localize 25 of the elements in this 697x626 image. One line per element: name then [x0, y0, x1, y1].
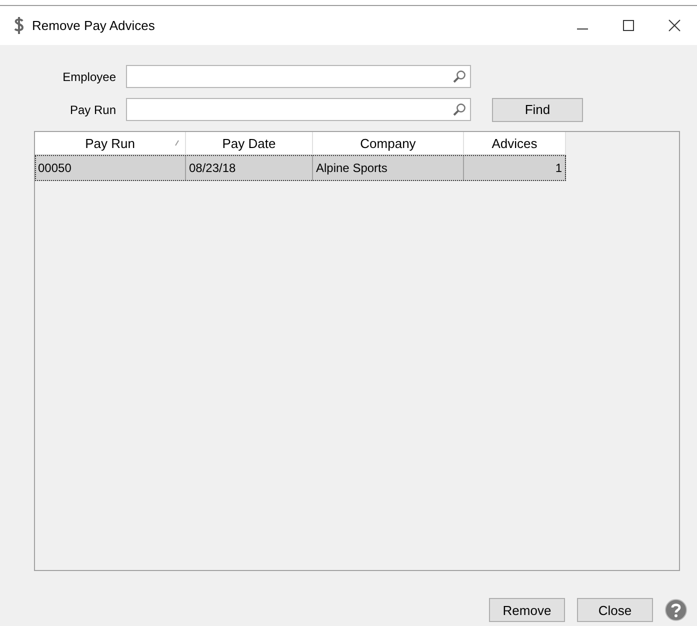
dialog-button[interactable]: Remove: [489, 598, 565, 622]
column-header[interactable]: Advices: [464, 132, 566, 155]
search-icon[interactable]: [453, 70, 466, 83]
column-header[interactable]: Company: [313, 132, 464, 155]
column-header[interactable]: Pay Date: [186, 132, 313, 155]
help-icon[interactable]: [665, 599, 687, 621]
column-header[interactable]: Pay Run: [35, 132, 186, 155]
search-field[interactable]: [126, 65, 471, 88]
header-label: Advices: [492, 136, 538, 150]
field-label: Pay Run: [68, 102, 117, 116]
header-label: Company: [360, 136, 416, 150]
table-cell: Alpine Sports: [313, 155, 464, 181]
dollar-icon: [14, 17, 24, 34]
search-icon[interactable]: [453, 103, 466, 116]
header-label: Pay Run: [85, 136, 135, 150]
table-cell: 00050: [35, 155, 186, 181]
dialog-button[interactable]: Close: [577, 598, 653, 622]
table-cell: 08/23/18: [186, 155, 313, 181]
find-button[interactable]: Find: [492, 98, 583, 122]
search-field[interactable]: [126, 98, 471, 121]
header-label: Pay Date: [222, 136, 276, 150]
window-title: Remove Pay Advices: [32, 18, 155, 33]
table-cell: 1: [464, 155, 566, 181]
table-row[interactable]: 00050 08/23/18 Alpine Sports 1: [35, 155, 566, 181]
field-label: Employee: [62, 70, 117, 84]
